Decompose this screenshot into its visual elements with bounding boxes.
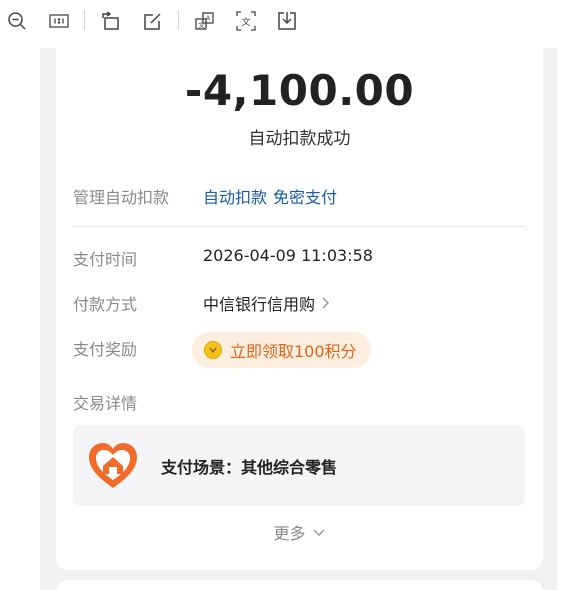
actual-size-icon[interactable] [47, 9, 71, 33]
payment-method-row[interactable]: 中信银行信用购 [203, 291, 330, 315]
image-translate-icon[interactable]: 文 A [193, 9, 217, 33]
coin-icon [204, 341, 222, 359]
svg-text:A: A [206, 15, 211, 23]
transaction-details-label: 交易详情 [73, 394, 138, 413]
payment-time-label: 支付时间 [73, 250, 138, 269]
toolbar-separator [178, 10, 179, 30]
next-card [56, 580, 543, 590]
payment-method-value: 中信银行信用购 [203, 295, 316, 314]
manage-autopay-links: 自动扣款 免密支付 [203, 184, 337, 208]
transaction-card: -4,100.00 自动扣款成功 管理自动扣款 自动扣款 免密支付 支付时间 2… [56, 48, 543, 570]
more-button[interactable]: 更多 [56, 520, 543, 544]
payment-status: 自动扣款成功 [248, 129, 351, 149]
chevron-down-icon [312, 528, 325, 536]
autopay-link[interactable]: 自动扣款 [203, 184, 267, 208]
more-label: 更多 [273, 524, 306, 543]
edit-icon[interactable] [141, 9, 165, 33]
divider [73, 226, 525, 227]
zoom-out-icon[interactable] [5, 9, 29, 33]
svg-text:文: 文 [242, 16, 251, 28]
claim-points-button[interactable]: 立即领取100积分 [192, 332, 371, 368]
chevron-right-icon [322, 297, 330, 309]
download-icon[interactable] [275, 9, 299, 33]
viewer-toolbar: 文 A 文 [0, 0, 586, 40]
payment-scene-box[interactable]: 支付场景：其他综合零售 [73, 425, 525, 506]
toolbar-separator [84, 10, 85, 30]
claim-points-label: 立即领取100积分 [230, 342, 357, 361]
heart-house-logo-icon [89, 442, 137, 488]
rotate-icon[interactable] [99, 9, 123, 33]
text-extract-icon[interactable]: 文 [234, 9, 258, 33]
manage-autopay-label: 管理自动扣款 [73, 188, 170, 207]
svg-text:文: 文 [198, 21, 205, 30]
payment-time-value: 2026-04-09 11:03:58 [203, 246, 373, 265]
password-free-link[interactable]: 免密支付 [273, 184, 337, 208]
payment-method-label: 付款方式 [73, 295, 138, 314]
payment-reward-label: 支付奖励 [73, 340, 138, 359]
amount: -4,100.00 [184, 66, 415, 115]
payment-scene-value: 支付场景：其他综合零售 [161, 457, 338, 477]
